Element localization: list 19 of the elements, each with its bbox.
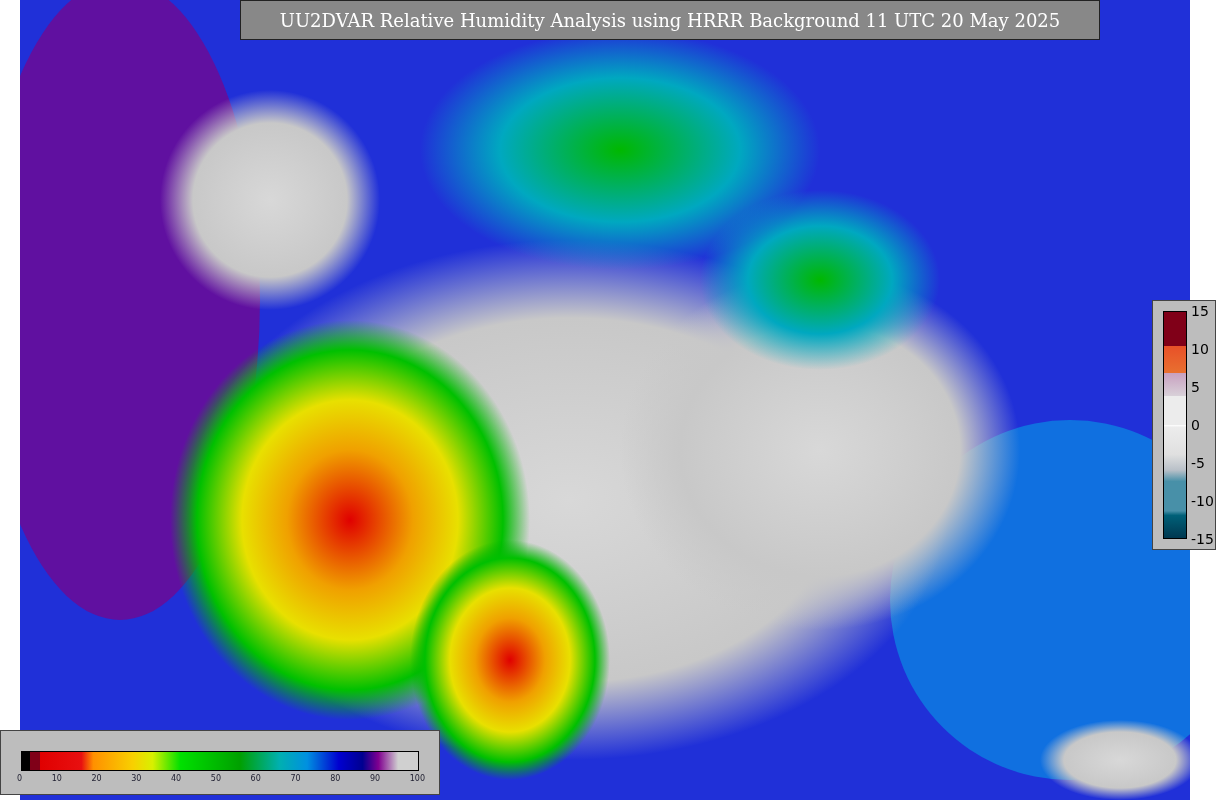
colorbar-tick-label: 15 [1191,303,1210,319]
colorbar-tick-label: -10 [1191,493,1214,509]
colorbar-tick-label: 70 [290,774,301,783]
colorbar-tick-label: -15 [1191,531,1214,547]
colorbar-tick-label: 100 [409,774,425,783]
colorbar-tick-label: 5 [1191,379,1201,395]
colorbar-tick-label: 10 [51,774,62,783]
colorbar-tick-label: 0 [17,774,23,783]
colorbar-tick-label: 10 [1191,341,1210,357]
colorbar-tick-label: 80 [330,774,341,783]
colorbar-tick-label: 50 [210,774,221,783]
colorbar-tick-label: 20 [91,774,102,783]
colorbar-tick-label: 60 [250,774,261,783]
map-title: UU2DVAR Relative Humidity Analysis using HRRR Background 11 UTC 20 May 2025 [240,0,1100,40]
colorbar-tick-label: 90 [369,774,381,783]
colorbar-tick-label: -5 [1191,455,1206,471]
colorbar-tick-label: 0 [1191,417,1201,433]
colorbar-tick-label: 30 [131,774,142,783]
colorbar-tick-label: 40 [171,774,182,783]
